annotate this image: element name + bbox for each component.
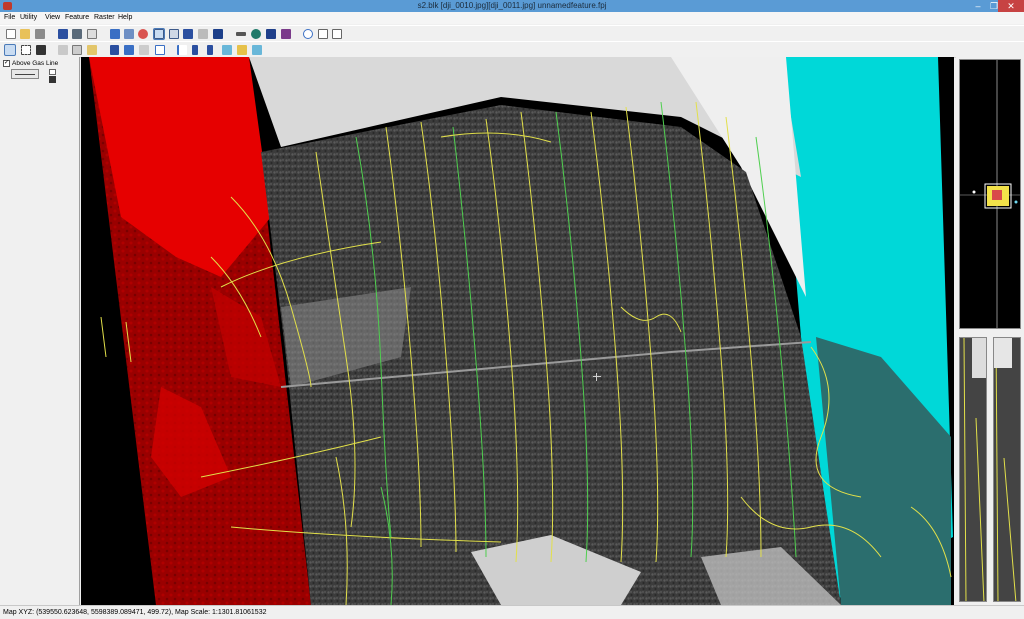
map-coordinates-status: Map XYZ: (539550.623648, 5598389.089471,… bbox=[3, 609, 267, 616]
paste-icon[interactable] bbox=[332, 29, 342, 39]
snap-icon[interactable] bbox=[124, 45, 134, 55]
feature-toolbar bbox=[0, 41, 1024, 58]
cut-icon[interactable] bbox=[58, 45, 68, 55]
vertex-icon[interactable] bbox=[139, 45, 149, 55]
layer-panel: ✓ Above Gas Line bbox=[0, 57, 80, 605]
right-detail-view[interactable] bbox=[993, 337, 1021, 602]
single-view-icon[interactable] bbox=[169, 29, 179, 39]
zoom-reset-icon[interactable] bbox=[138, 29, 148, 39]
menu-view[interactable]: View bbox=[44, 12, 61, 24]
title-bar: s2.blk [dji_0010.jpg][dji_0011.jpg] unna… bbox=[0, 0, 1024, 12]
new-file-icon[interactable] bbox=[6, 29, 16, 39]
menu-file[interactable]: File bbox=[3, 12, 16, 24]
curve-icon[interactable] bbox=[177, 45, 187, 55]
spline-icon[interactable] bbox=[192, 45, 198, 55]
edit-block-icon[interactable] bbox=[72, 29, 82, 39]
surface-icon[interactable] bbox=[237, 45, 247, 55]
cube-icon[interactable] bbox=[222, 45, 232, 55]
refresh-icon[interactable] bbox=[303, 29, 313, 39]
building-icon[interactable] bbox=[252, 45, 262, 55]
rectangle-icon[interactable] bbox=[155, 45, 165, 55]
close-icon[interactable]: ✕ bbox=[998, 0, 1024, 12]
stereo-anaglyph-view[interactable] bbox=[81, 57, 954, 605]
window-title: s2.blk [dji_0010.jpg][dji_0011.jpg] unna… bbox=[417, 1, 607, 10]
stream-icon[interactable] bbox=[207, 45, 213, 55]
main-toolbar bbox=[0, 25, 1024, 42]
open-block-icon[interactable] bbox=[58, 29, 68, 39]
menu-feature[interactable]: Feature bbox=[64, 12, 90, 24]
select-lasso-icon[interactable] bbox=[36, 45, 46, 55]
overview-map[interactable] bbox=[959, 59, 1021, 329]
layer-label: Above Gas Line bbox=[12, 60, 59, 67]
copy-icon[interactable] bbox=[318, 29, 328, 39]
open-folder-icon[interactable] bbox=[20, 29, 30, 39]
copy-feature-icon[interactable] bbox=[72, 45, 82, 55]
select-rectangle-icon[interactable] bbox=[21, 45, 31, 55]
left-detail-view[interactable] bbox=[959, 337, 987, 602]
layer-lock-icon[interactable] bbox=[49, 76, 56, 83]
side-views-panel bbox=[956, 57, 1024, 605]
window-layout-icon[interactable] bbox=[153, 28, 165, 40]
save-icon[interactable] bbox=[35, 29, 45, 39]
select-pointer-icon[interactable] bbox=[4, 44, 16, 56]
status-bar: Map XYZ: (539550.623648, 5598389.089471,… bbox=[0, 605, 1024, 619]
menu-help[interactable]: Help bbox=[117, 12, 133, 24]
3d-cursor-icon bbox=[593, 373, 601, 381]
globe-icon[interactable] bbox=[251, 29, 261, 39]
menu-raster[interactable]: Raster bbox=[93, 12, 116, 24]
menu-bar: File Utility View Feature Raster Help bbox=[0, 12, 1024, 24]
layer-visibility-checkbox[interactable]: ✓ bbox=[3, 60, 10, 67]
paste-feature-icon[interactable] bbox=[87, 45, 97, 55]
zoom-fit-icon[interactable] bbox=[124, 29, 134, 39]
zoom-extent-icon[interactable] bbox=[110, 29, 120, 39]
dual-view-icon[interactable] bbox=[183, 29, 193, 39]
line-style-swatch-icon[interactable] bbox=[11, 69, 39, 79]
menu-utility[interactable]: Utility bbox=[19, 12, 38, 24]
overview-graphic bbox=[960, 60, 1020, 328]
stereo-view-icon[interactable] bbox=[198, 29, 208, 39]
right-detail-graphic bbox=[994, 338, 1020, 601]
axis-icon[interactable] bbox=[110, 45, 119, 55]
measure-icon[interactable] bbox=[236, 32, 246, 36]
properties-icon[interactable] bbox=[87, 29, 97, 39]
left-detail-graphic bbox=[960, 338, 986, 601]
info-icon[interactable] bbox=[266, 29, 276, 39]
layer-properties-icon[interactable] bbox=[49, 69, 56, 75]
info-icon-alt[interactable] bbox=[281, 29, 291, 39]
crosshair-icon[interactable] bbox=[213, 29, 223, 39]
anaglyph-image bbox=[89, 57, 953, 605]
